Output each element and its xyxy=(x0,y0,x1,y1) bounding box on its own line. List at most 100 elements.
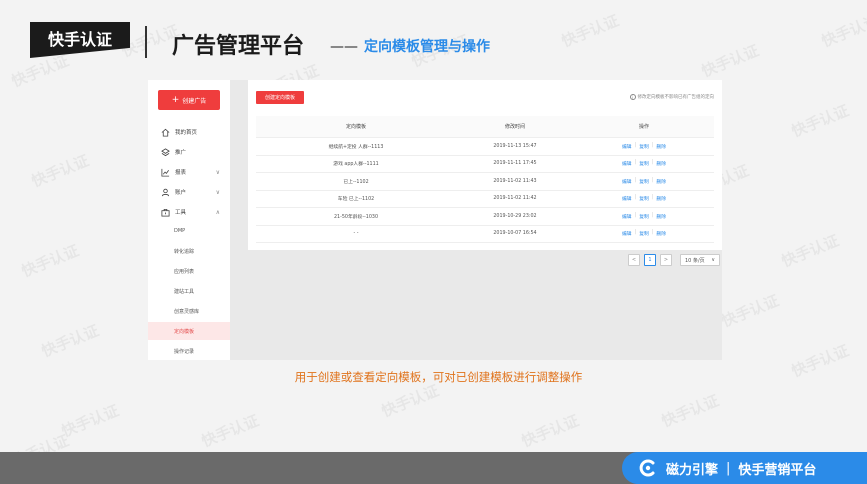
layers-icon xyxy=(160,147,170,157)
copy-link[interactable]: 复制 xyxy=(639,230,649,237)
sidebar-item-account[interactable]: 账户 ∨ xyxy=(148,182,230,202)
delete-link[interactable]: 删除 xyxy=(656,143,666,150)
edit-link[interactable]: 编辑 xyxy=(622,143,632,150)
sidebar-subitem-conversion[interactable]: 转化追踪 xyxy=(148,242,230,260)
subtitle-dash: —— xyxy=(330,39,358,55)
table-row: - -2019-10-07 16:54 编辑 | 复制 | 删除 xyxy=(256,226,714,243)
sidebar-subitem-label: DMP xyxy=(174,228,186,234)
action-separator: | xyxy=(634,142,637,148)
copy-link[interactable]: 复制 xyxy=(639,178,649,185)
page-size-select[interactable]: 10 条/页 ∨ xyxy=(680,254,720,266)
watermark-text: 快手认证 xyxy=(39,321,102,361)
delete-link[interactable]: 删除 xyxy=(656,195,666,202)
sidebar-subitem-operation-log[interactable]: 操作记录 xyxy=(148,342,230,360)
action-separator: | xyxy=(634,195,637,201)
modified-time: 2019-11-13 15:47 xyxy=(493,143,537,149)
delete-link[interactable]: 删除 xyxy=(656,178,666,185)
watermark-text: 快手认证 xyxy=(19,241,82,281)
sidebar-item-promotion[interactable]: 推广 xyxy=(148,142,230,162)
header-divider xyxy=(145,26,147,58)
delete-link[interactable]: 删除 xyxy=(656,230,666,237)
template-name: 游戏 app人群--1111 xyxy=(333,162,379,168)
chevron-down-icon: ∨ xyxy=(711,257,715,263)
row-actions: 编辑 | 复制 | 删除 xyxy=(574,178,714,185)
sidebar-subitem-apps[interactable]: 应用列表 xyxy=(148,262,230,280)
footer-brand-primary: 磁力引擎 xyxy=(666,462,719,478)
footer-brand-secondary: 快手营销平台 xyxy=(738,462,817,478)
action-separator: | xyxy=(651,177,654,183)
table-header: 定向模板 修改时间 操作 xyxy=(256,116,714,138)
watermark-text: 快手认证 xyxy=(819,11,867,51)
slide-subtitle: —— 定向模板管理与操作 xyxy=(330,36,490,56)
current-page-button[interactable]: 1 xyxy=(644,254,656,266)
edit-link[interactable]: 编辑 xyxy=(622,160,632,167)
sidebar-item-label: 推广 xyxy=(175,150,187,156)
row-actions: 编辑 | 复制 | 删除 xyxy=(574,160,714,167)
column-header-template: 定向模板 xyxy=(345,124,366,130)
watermark-text: 快手认证 xyxy=(699,41,762,81)
chevron-up-icon: ∧ xyxy=(215,208,220,216)
copy-link[interactable]: 复制 xyxy=(639,143,649,150)
copy-link[interactable]: 复制 xyxy=(639,213,649,220)
template-table: 定向模板 修改时间 操作 继续航+定投 人群--1113 2019-11-13 1… xyxy=(256,116,714,243)
create-ad-button[interactable]: + 创建广告 xyxy=(158,90,220,110)
row-actions: 编辑 | 复制 | 删除 xyxy=(574,143,714,150)
prev-page-button[interactable]: < xyxy=(628,254,640,266)
copy-link[interactable]: 复制 xyxy=(639,195,649,202)
table-row: 已上--1102 2019-11-02 11:43 编辑 | 复制 | 删除 xyxy=(256,173,714,191)
sidebar-subitem-targeting-template[interactable]: 定向模板 xyxy=(148,322,230,340)
template-content: 创建定向模板 i 修改定向模板不影响已有广告组的定向 定向模板 修改时间 操作 … xyxy=(248,80,722,250)
sidebar-subitem-dmp[interactable]: DMP xyxy=(148,222,230,240)
chart-icon xyxy=(160,167,170,177)
logo-text: 快手认证 xyxy=(47,30,112,49)
sidebar-item-label: 我的首页 xyxy=(175,130,198,136)
action-separator: | xyxy=(651,230,654,236)
hint-text: i 修改定向模板不影响已有广告组的定向 xyxy=(629,94,715,100)
action-separator: | xyxy=(634,177,637,183)
edit-link[interactable]: 编辑 xyxy=(622,178,632,185)
next-page-button[interactable]: > xyxy=(660,254,672,266)
page-size-value: 10 条/页 xyxy=(685,257,705,264)
delete-link[interactable]: 删除 xyxy=(656,160,666,167)
logo-badge: 快手认证 xyxy=(30,22,130,58)
template-name: 已上--1102 xyxy=(343,179,369,185)
modified-time: 2019-11-11 17:45 xyxy=(493,161,537,167)
delete-link[interactable]: 删除 xyxy=(656,213,666,220)
edit-link[interactable]: 编辑 xyxy=(622,213,632,220)
action-separator: | xyxy=(651,212,654,218)
watermark-text: 快手认证 xyxy=(789,101,852,141)
modified-time: 2019-10-07 16:54 xyxy=(493,231,537,237)
watermark-text: 快手认证 xyxy=(29,151,92,191)
sidebar-subitem-label: 转化追踪 xyxy=(174,248,195,255)
info-icon: i xyxy=(629,94,636,100)
sidebar-subitem-site-builder[interactable]: 建站工具 xyxy=(148,282,230,300)
watermark-text: 快手认证 xyxy=(519,411,582,451)
create-template-button[interactable]: 创建定向模板 xyxy=(256,91,304,104)
modified-time: 2019-10-29 23:02 xyxy=(493,213,537,219)
action-separator: | xyxy=(634,160,637,166)
sidebar: + 创建广告 我的首页 推广 报表 ∨ 账户 ∨ 工具 ∧ DMP 转化追踪 应… xyxy=(148,80,230,360)
edit-link[interactable]: 编辑 xyxy=(622,195,632,202)
column-header-ops: 操作 xyxy=(638,124,649,130)
toolbox-icon xyxy=(160,207,170,217)
copy-link[interactable]: 复制 xyxy=(639,160,649,167)
subtitle-text: 定向模板管理与操作 xyxy=(364,39,490,55)
sidebar-item-reports[interactable]: 报表 ∨ xyxy=(148,162,230,182)
template-name: 车险 已上--1102 xyxy=(337,197,375,203)
edit-link[interactable]: 编辑 xyxy=(622,230,632,237)
table-row: 车险 已上--1102 2019-11-02 11:42 编辑 | 复制 | 删除 xyxy=(256,191,714,208)
watermark-text: 快手认证 xyxy=(659,391,722,431)
column-header-time: 修改时间 xyxy=(504,124,525,130)
template-name: 21-50年龄段--1030 xyxy=(334,214,378,220)
action-separator: | xyxy=(651,160,654,166)
sidebar-item-home[interactable]: 我的首页 xyxy=(148,122,230,142)
hint-label: 修改定向模板不影响已有广告组的定向 xyxy=(637,95,715,100)
sidebar-item-tools[interactable]: 工具 ∧ xyxy=(148,202,230,222)
modified-time: 2019-11-02 11:42 xyxy=(493,196,537,202)
chevron-down-icon: ∨ xyxy=(215,168,220,176)
row-actions: 编辑 | 复制 | 删除 xyxy=(574,195,714,202)
sidebar-subitem-creative-library[interactable]: 创意灵感库 xyxy=(148,302,230,320)
watermark-text: 快手认证 xyxy=(779,231,842,271)
table-row: 21-50年龄段--1030 2019-10-29 23:02 编辑 | 复制 | 删除 xyxy=(256,208,714,226)
modified-time: 2019-11-02 11:43 xyxy=(493,178,537,184)
